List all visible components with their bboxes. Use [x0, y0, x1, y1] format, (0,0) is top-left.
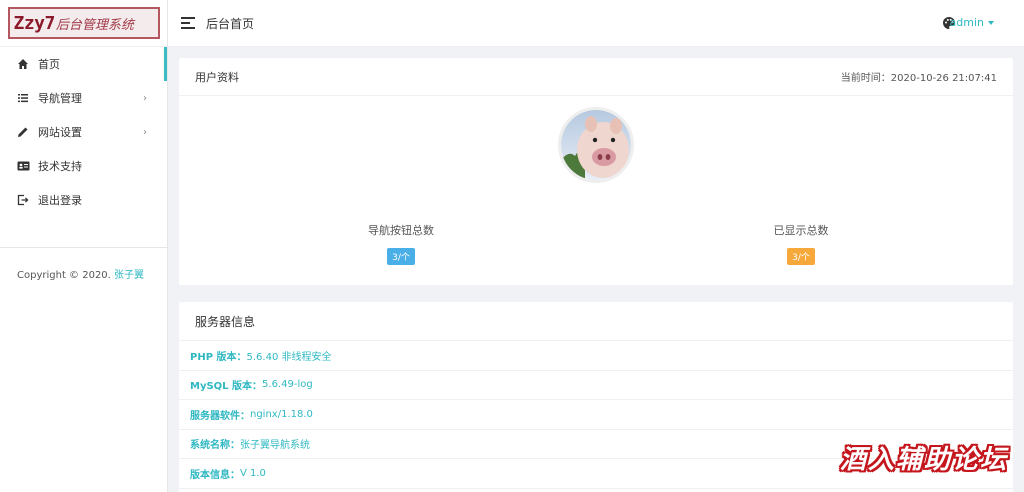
row-value: nginx/1.18.0	[250, 408, 313, 420]
sidebar-item-label: 首页	[38, 58, 60, 71]
stat-displayed-total: 已显示总数 3/个	[721, 222, 881, 265]
row-key: 服务器软件：	[190, 410, 250, 422]
chevron-right-icon: ›	[143, 126, 147, 138]
sidebar-item-label: 技术支持	[38, 160, 82, 173]
id-card-icon	[16, 159, 30, 173]
logout-icon	[16, 193, 30, 207]
sidebar-item-logout[interactable]: 退出登录	[0, 183, 167, 217]
top-header: 后台首页 admin	[168, 0, 1024, 47]
avatar	[558, 107, 634, 183]
server-row-php: PHP 版本： 5.6.40 非线程安全	[179, 341, 1013, 371]
sidebar-item-nav-management[interactable]: 导航管理 ›	[0, 81, 167, 115]
copyright-text: Copyright © 2020.	[17, 270, 111, 281]
logo-text-latin: Zzy7	[13, 12, 56, 34]
list-icon	[16, 91, 30, 105]
sidebar-item-label: 网站设置	[38, 126, 82, 139]
menu-toggle-icon[interactable]	[181, 17, 195, 29]
page-title: 后台首页	[206, 16, 255, 31]
user-profile-card: 用户资料 当前时间：2020-10-26 21:07:41 导航按钮总数 3/个…	[179, 58, 1013, 285]
pencil-icon	[16, 125, 30, 139]
copyright-author-link[interactable]: 张子翼	[114, 270, 144, 281]
card-title: 服务器信息	[195, 314, 256, 329]
server-row-mysql: MySQL 版本： 5.6.49-log	[179, 371, 1013, 400]
row-value: 张子翼导航系统	[240, 440, 310, 452]
sidebar-item-label: 导航管理	[38, 92, 82, 105]
card-header: 用户资料 当前时间：2020-10-26 21:07:41	[179, 58, 1013, 96]
server-row-software: 服务器软件： nginx/1.18.0	[179, 400, 1013, 430]
copyright: Copyright © 2020. 张子翼	[0, 248, 167, 281]
watermark: 酒入辅助论坛	[839, 445, 1008, 475]
row-key: PHP 版本：	[190, 351, 247, 363]
sidebar-item-label: 退出登录	[38, 194, 82, 207]
sidebar-item-site-settings[interactable]: 网站设置 ›	[0, 115, 167, 149]
row-value: 5.6.49-log	[262, 379, 313, 391]
stat-badge: 3/个	[787, 248, 815, 265]
caret-down-icon	[988, 21, 994, 25]
user-name: admin	[949, 16, 984, 29]
row-value: 5.6.40 非线程安全	[246, 351, 332, 363]
row-key: MySQL 版本：	[190, 381, 263, 393]
current-time: 当前时间：2020-10-26 21:07:41	[840, 73, 997, 84]
row-value: V 1.0	[240, 467, 266, 479]
stat-nav-button-total: 导航按钮总数 3/个	[321, 222, 481, 265]
stat-label: 导航按钮总数	[368, 224, 434, 237]
logo[interactable]: Zzy7 后台管理系统	[7, 7, 160, 39]
sidebar-item-tech-support[interactable]: 技术支持	[0, 149, 167, 183]
logo-area: Zzy7 后台管理系统	[0, 0, 167, 47]
row-key: 版本信息：	[190, 469, 240, 481]
logo-text-cn: 后台管理系统	[55, 17, 134, 33]
card-header: 服务器信息	[179, 302, 1013, 341]
stat-label: 已显示总数	[773, 224, 829, 237]
user-menu[interactable]: admin	[950, 16, 994, 29]
chevron-right-icon: ›	[143, 92, 147, 104]
stat-badge: 3/个	[387, 248, 415, 265]
sidebar-item-home[interactable]: 首页	[0, 47, 167, 81]
sidebar-menu: 首页 导航管理 › 网站设置 › 技术支持 退出登录	[0, 47, 167, 217]
card-title: 用户资料	[195, 70, 239, 84]
sidebar: Zzy7 后台管理系统 首页 导航管理 › 网站设置 › 技术支持 退出登录 C…	[0, 0, 168, 492]
home-icon	[16, 57, 30, 71]
row-key: 系统名称：	[190, 440, 240, 452]
